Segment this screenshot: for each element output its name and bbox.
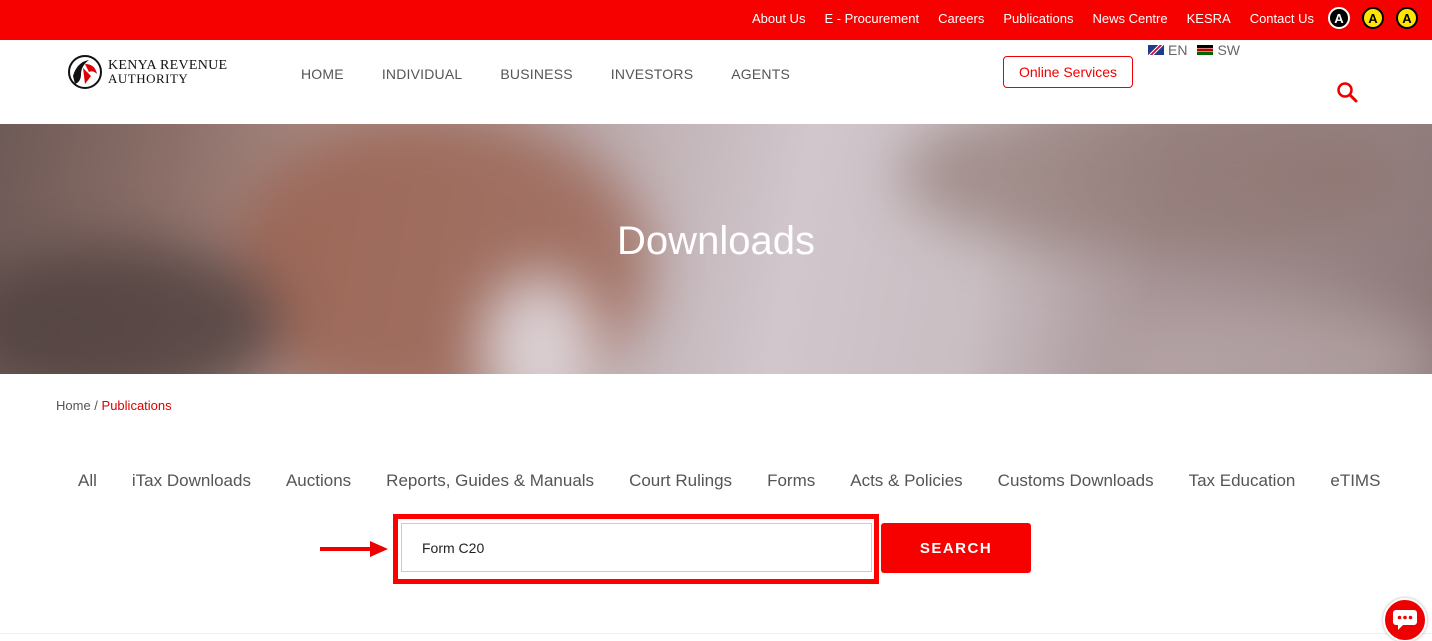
- divider: [0, 633, 1432, 634]
- search-icon[interactable]: [1336, 81, 1358, 103]
- accessibility-yellow-button[interactable]: A: [1396, 7, 1418, 29]
- top-link-about-us[interactable]: About Us: [752, 11, 805, 26]
- search-input[interactable]: [401, 523, 872, 572]
- tab-acts-policies[interactable]: Acts & Policies: [850, 471, 962, 491]
- lang-en-label: EN: [1168, 42, 1188, 58]
- lion-logo-icon: [68, 55, 102, 89]
- lang-en[interactable]: EN: [1148, 42, 1187, 58]
- accessibility-default-button[interactable]: A: [1328, 7, 1350, 29]
- chat-button[interactable]: [1383, 598, 1427, 641]
- kra-logo[interactable]: Kenya Revenue Authority: [67, 54, 227, 90]
- tab-auctions[interactable]: Auctions: [286, 471, 351, 491]
- tab-itax-downloads[interactable]: iTax Downloads: [132, 471, 251, 491]
- nav-individual[interactable]: INDIVIDUAL: [382, 66, 463, 82]
- top-link-careers[interactable]: Careers: [938, 11, 984, 26]
- nav-investors[interactable]: INVESTORS: [611, 66, 693, 82]
- nav-agents[interactable]: AGENTS: [731, 66, 790, 82]
- breadcrumb-separator: /: [90, 398, 102, 413]
- nav-business[interactable]: BUSINESS: [500, 66, 572, 82]
- breadcrumb-home[interactable]: Home: [56, 398, 91, 413]
- arrow-right-icon: [320, 541, 388, 557]
- tab-tax-education[interactable]: Tax Education: [1189, 471, 1296, 491]
- nav-home[interactable]: HOME: [301, 66, 344, 82]
- search-button[interactable]: SEARCH: [881, 523, 1031, 573]
- tab-etims[interactable]: eTIMS: [1330, 471, 1380, 491]
- main-nav: HOME INDIVIDUAL BUSINESS INVESTORS AGENT…: [301, 66, 828, 82]
- top-links: About Us E - Procurement Careers Publica…: [733, 0, 1418, 36]
- logo-line-2: Authority: [108, 71, 189, 86]
- kenya-flag-icon: [1197, 45, 1214, 55]
- top-link-kesra[interactable]: KESRA: [1187, 11, 1231, 26]
- top-link-news-centre[interactable]: News Centre: [1092, 11, 1167, 26]
- online-services-button[interactable]: Online Services: [1003, 56, 1133, 88]
- accessibility-contrast-button[interactable]: A: [1362, 7, 1384, 29]
- tab-forms[interactable]: Forms: [767, 471, 815, 491]
- top-link-publications[interactable]: Publications: [1003, 11, 1073, 26]
- top-link-e-procurement[interactable]: E - Procurement: [824, 11, 919, 26]
- language-switcher: EN SW: [1148, 42, 1250, 58]
- category-tabs: All iTax Downloads Auctions Reports, Gui…: [78, 471, 1380, 491]
- chat-icon: [1393, 610, 1417, 630]
- breadcrumb-current[interactable]: Publications: [102, 398, 172, 413]
- tab-customs-downloads[interactable]: Customs Downloads: [998, 471, 1154, 491]
- uk-flag-icon: [1148, 45, 1164, 55]
- lang-sw-label: SW: [1217, 42, 1241, 58]
- lang-sw[interactable]: SW: [1197, 42, 1240, 58]
- page-title: Downloads: [617, 219, 815, 263]
- top-link-contact-us[interactable]: Contact Us: [1250, 11, 1314, 26]
- breadcrumb: Home / Publications: [56, 398, 172, 413]
- logo-text: Kenya Revenue Authority: [108, 59, 227, 86]
- top-bar: About Us E - Procurement Careers Publica…: [0, 0, 1432, 40]
- tab-court-rulings[interactable]: Court Rulings: [629, 471, 732, 491]
- hero-banner: Downloads: [0, 124, 1432, 374]
- tab-reports-guides-manuals[interactable]: Reports, Guides & Manuals: [386, 471, 594, 491]
- tab-all[interactable]: All: [78, 471, 97, 491]
- site-header: Kenya Revenue Authority HOME INDIVIDUAL …: [0, 40, 1432, 124]
